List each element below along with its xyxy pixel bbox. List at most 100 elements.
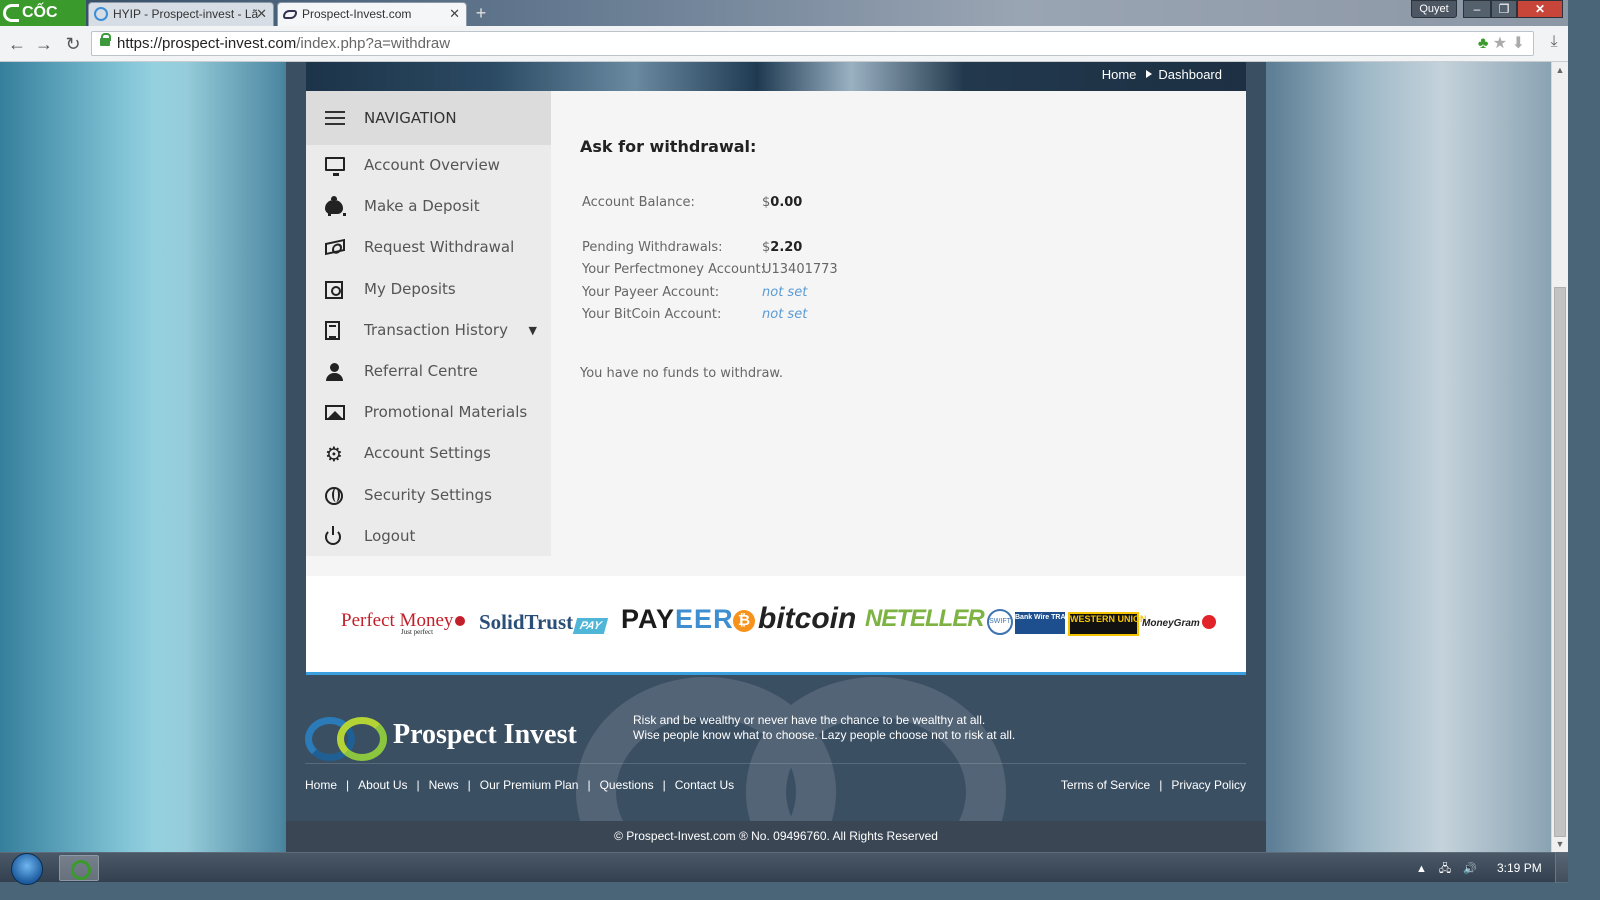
- no-funds-message: You have no funds to withdraw.: [580, 366, 784, 381]
- footer-link-terms[interactable]: Terms of Service: [1061, 778, 1150, 792]
- moneygram-logo: MoneyGram: [1142, 615, 1216, 629]
- sidebar-item-request-withdrawal[interactable]: Request Withdrawal: [306, 227, 551, 268]
- page-scrollbar[interactable]: ▲ ▼: [1551, 62, 1568, 852]
- coccoc-logo[interactable]: CỐC CỐC: [0, 0, 86, 47]
- footer-divider: [305, 763, 1246, 764]
- monitor-icon: [325, 157, 345, 176]
- swift-logo: SWIFT: [987, 609, 1013, 635]
- tab-title: HYIP - Prospect-invest - Lã: [113, 7, 259, 21]
- scroll-down-icon[interactable]: ▼: [1552, 836, 1568, 852]
- new-tab-button[interactable]: +: [471, 2, 491, 24]
- breadcrumb-dashboard[interactable]: Dashboard: [1158, 67, 1222, 82]
- header-banner: Home Dashboard: [306, 62, 1246, 91]
- gear-icon: ⚙: [325, 442, 343, 467]
- tab-prospect-invest[interactable]: Prospect-Invest.com ✕: [277, 2, 467, 26]
- globe-icon: [325, 486, 343, 505]
- lock-icon: [100, 33, 111, 46]
- page-viewport: Home Dashboard NAVIGATION Account Overvie…: [0, 62, 1551, 852]
- scroll-up-icon[interactable]: ▲: [1552, 62, 1568, 78]
- tab-title: Prospect-Invest.com: [302, 7, 412, 21]
- nav-header-label: NAVIGATION: [364, 109, 457, 127]
- scrollbar-thumb[interactable]: [1554, 287, 1566, 837]
- windows-taskbar: ▲ 🖧 🔊 3:19 PM: [0, 852, 1568, 885]
- footer-link-questions[interactable]: Questions: [600, 778, 654, 792]
- solidtrust-text: SolidTrust: [479, 610, 574, 634]
- breadcrumb: Home Dashboard: [1102, 67, 1222, 82]
- volume-icon[interactable]: 🔊: [1463, 863, 1477, 875]
- perfectmoney-account-label: Your Perfectmoney Account:: [582, 262, 765, 277]
- hamburger-icon: [325, 111, 345, 125]
- payeer-account-link[interactable]: not set: [762, 285, 807, 300]
- close-window-button[interactable]: ✕: [1517, 0, 1563, 18]
- footer-slogan: Risk and be wealthy or never have the ch…: [633, 713, 1015, 743]
- perfectmoney-account-value: U13401773: [762, 262, 838, 277]
- minimize-button[interactable]: –: [1463, 0, 1491, 18]
- account-balance-value: $0.00: [762, 195, 802, 210]
- payment-methods-strip: Perfect Money Just perfect SolidTrust PAY …: [306, 576, 1246, 675]
- sidebar-item-make-deposit[interactable]: Make a Deposit: [306, 186, 551, 227]
- coccoc-extension-icon[interactable]: ♣: [1478, 35, 1489, 52]
- sidebar-item-account-overview[interactable]: Account Overview: [306, 145, 551, 186]
- infinity-logo-icon: [305, 717, 387, 761]
- show-desktop-button[interactable]: [1555, 853, 1568, 883]
- bitcoin-logo: ₿ bitcoin: [733, 602, 856, 636]
- address-bar: ← → ↻ https://prospect-invest.com/index.…: [0, 26, 1568, 62]
- perfect-money-logo: Perfect Money Just perfect: [341, 610, 466, 636]
- breadcrumb-home[interactable]: Home: [1102, 67, 1137, 82]
- taskbar-coccoc-button[interactable]: [59, 855, 99, 881]
- url-path: /index.php?a=withdraw: [296, 35, 451, 52]
- user-icon: [325, 362, 345, 381]
- account-balance-label: Account Balance:: [582, 195, 695, 210]
- sidebar-item-referral-centre[interactable]: Referral Centre: [306, 351, 551, 392]
- sidebar-item-label: Account Overview: [364, 156, 500, 174]
- close-tab-icon[interactable]: ✕: [449, 3, 460, 25]
- bitcoin-account-label: Your BitCoin Account:: [582, 307, 722, 322]
- download-icon[interactable]: ⤓: [1544, 33, 1564, 55]
- footer-link-home[interactable]: Home: [305, 778, 337, 792]
- footer-link-contact-us[interactable]: Contact Us: [675, 778, 734, 792]
- sidebar-item-label: Transaction History: [364, 320, 508, 339]
- reload-button[interactable]: ↻: [62, 33, 84, 55]
- payeer-account-label: Your Payeer Account:: [582, 285, 720, 300]
- maximize-button[interactable]: ❐: [1491, 0, 1517, 18]
- sidebar-item-logout[interactable]: Logout: [306, 516, 551, 557]
- bitcoin-account-link[interactable]: not set: [762, 307, 807, 322]
- forward-button[interactable]: →: [33, 33, 55, 55]
- tray-expand-icon[interactable]: ▲: [1416, 863, 1427, 875]
- footer-link-about-us[interactable]: About Us: [358, 778, 407, 792]
- footer-legal-nav: Terms of Service | Privacy Policy: [1061, 778, 1246, 792]
- bookmark-star-icon[interactable]: ★: [1493, 35, 1507, 52]
- network-icon[interactable]: 🖧: [1439, 863, 1451, 875]
- savior-download-icon[interactable]: ⬇: [1512, 35, 1525, 52]
- moneygram-text: MoneyGram: [1142, 618, 1200, 629]
- url-input[interactable]: https://prospect-invest.com/index.php?a=…: [91, 31, 1534, 56]
- sidebar-item-account-settings[interactable]: ⚙ Account Settings: [306, 433, 551, 474]
- sidebar-item-promotional-materials[interactable]: Promotional Materials: [306, 392, 551, 433]
- sidebar-item-label: Make a Deposit: [364, 197, 480, 216]
- payeer-logo: PAYEER: [621, 604, 734, 635]
- sidebar-item-my-deposits[interactable]: My Deposits: [306, 269, 551, 310]
- document-icon: [325, 320, 340, 340]
- url-actions: ♣ ★ ⬇: [1478, 33, 1525, 53]
- sidebar-item-security-settings[interactable]: Security Settings: [306, 475, 551, 516]
- taskbar-clock[interactable]: 3:19 PM: [1497, 861, 1542, 875]
- back-button[interactable]: ←: [6, 33, 28, 55]
- link-separator: |: [662, 778, 666, 792]
- sidebar-nav: NAVIGATION Account Overview Make a Depos…: [306, 91, 551, 556]
- sidebar-item-transaction-history[interactable]: Transaction History ▼: [306, 310, 551, 351]
- sidebar-item-label: Security Settings: [364, 485, 492, 504]
- skype-icon: [94, 7, 108, 21]
- western-union-logo: WESTERN UNION: [1068, 612, 1147, 636]
- start-button[interactable]: [7, 853, 45, 885]
- footer-link-premium-plan[interactable]: Our Premium Plan: [480, 778, 579, 792]
- bank-wire-logo: Bank Wire TRANSFER: [1015, 612, 1089, 634]
- profile-button[interactable]: Quyet: [1411, 0, 1457, 18]
- url-text: https://prospect-invest.com/index.php?a=…: [117, 35, 450, 52]
- nav-header[interactable]: NAVIGATION: [306, 91, 551, 145]
- tab-hyip[interactable]: HYIP - Prospect-invest - Lã ✕: [88, 2, 274, 26]
- footer-link-privacy[interactable]: Privacy Policy: [1171, 778, 1246, 792]
- footer-link-news[interactable]: News: [429, 778, 459, 792]
- sidebar-item-label: Logout: [364, 526, 416, 545]
- safe-icon: [325, 280, 343, 299]
- close-tab-icon[interactable]: ✕: [256, 3, 267, 25]
